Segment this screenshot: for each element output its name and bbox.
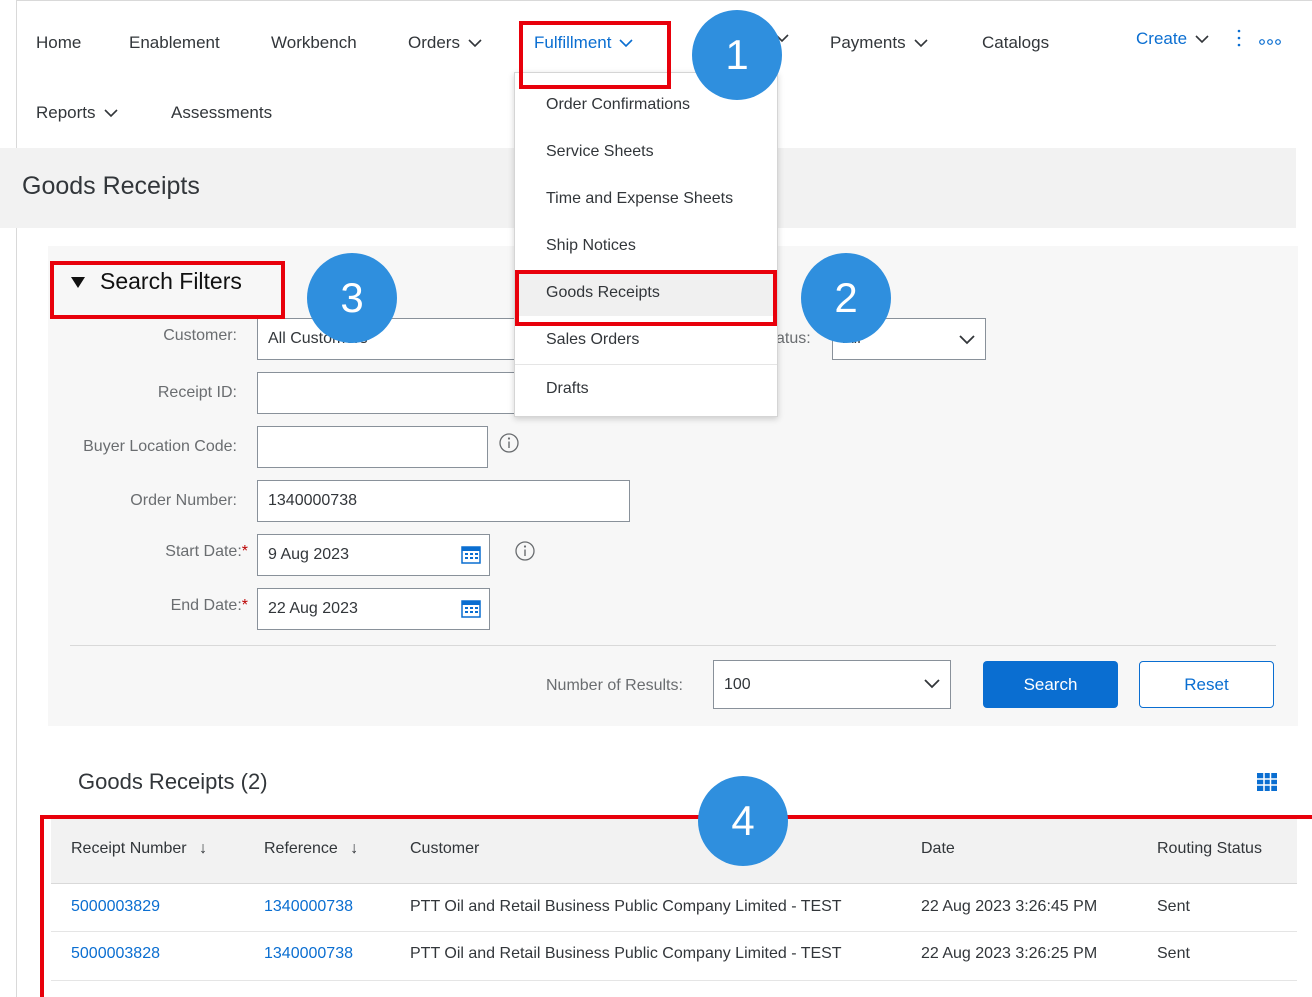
order-number-label: Order Number: [130, 492, 237, 509]
results-count-select[interactable]: 100 [713, 660, 951, 709]
chevron-down-icon [914, 39, 928, 48]
highlight-box-results-table [40, 815, 1312, 997]
nav-catalogs-label: Catalogs [982, 33, 1050, 52]
nav-enablement-label: Enablement [129, 33, 220, 52]
customer-label: Customer: [163, 327, 237, 344]
search-button[interactable]: Search [983, 661, 1118, 708]
chevron-down-icon [959, 335, 975, 345]
nav-assessments-label: Assessments [171, 103, 273, 122]
reset-button[interactable]: Reset [1139, 661, 1274, 708]
required-mark: * [241, 597, 248, 614]
callout-badge-1: 1 [692, 10, 782, 100]
nav-orders[interactable]: Orders [408, 33, 482, 53]
buyer-location-label: Buyer Location Code: [83, 438, 237, 455]
nav-create[interactable]: Create [1136, 29, 1209, 49]
menu-item-ship-notices[interactable]: Ship Notices [515, 223, 777, 269]
page-title: Goods Receipts [22, 172, 200, 200]
info-icon[interactable] [514, 540, 536, 562]
end-date-value: 22 Aug 2023 [268, 600, 358, 617]
start-date-input[interactable]: 9 Aug 2023 [257, 534, 490, 576]
callout-badge-3: 3 [307, 253, 397, 343]
chevron-down-icon [103, 109, 118, 118]
required-mark: * [241, 543, 248, 560]
highlight-box-fulfillment [519, 21, 671, 89]
receipt-id-label: Receipt ID: [157, 384, 237, 401]
highlight-box-search-filters [50, 261, 285, 319]
more-options-icon[interactable] [1258, 38, 1282, 46]
nav-enablement[interactable]: Enablement [129, 33, 220, 53]
results-count-label: Number of Results: [546, 677, 683, 694]
table-settings-icon[interactable] [1257, 773, 1277, 791]
end-date-input[interactable]: 22 Aug 2023 [257, 588, 490, 630]
callout-badge-2: 2 [801, 253, 891, 343]
nav-workbench-label: Workbench [271, 33, 357, 52]
buyer-location-input[interactable] [257, 426, 488, 468]
receipt-id-input[interactable] [257, 372, 519, 414]
status-label: atus: [776, 330, 811, 347]
menu-divider [515, 364, 777, 365]
start-date-value: 9 Aug 2023 [268, 546, 349, 563]
separator-dots [1237, 29, 1241, 47]
start-date-label-text: Start Date: [165, 543, 242, 560]
nav-catalogs[interactable]: Catalogs [982, 33, 1049, 53]
calendar-icon[interactable] [460, 597, 482, 619]
nav-payments[interactable]: Payments [830, 33, 928, 53]
filter-divider [70, 645, 1276, 646]
fulfillment-dropdown-menu: Order Confirmations Service Sheets Time … [514, 72, 778, 417]
start-date-label: Start Date:* [165, 543, 248, 561]
chevron-down-icon [924, 679, 940, 689]
chevron-down-icon [1195, 35, 1209, 44]
menu-item-time-expense-sheets[interactable]: Time and Expense Sheets [515, 176, 777, 222]
chevron-down-icon [468, 39, 482, 48]
nav-reports-label: Reports [36, 103, 96, 122]
end-date-label-text: End Date: [170, 597, 242, 614]
nav-workbench[interactable]: Workbench [271, 33, 357, 53]
end-date-label: End Date:* [171, 597, 248, 615]
order-number-input[interactable]: 1340000738 [257, 480, 630, 522]
nav-home[interactable]: Home [36, 33, 81, 53]
highlight-box-goods-receipts [515, 270, 777, 326]
info-icon[interactable] [498, 432, 520, 454]
calendar-icon[interactable] [460, 543, 482, 565]
nav-home-label: Home [36, 33, 82, 52]
callout-badge-4: 4 [698, 776, 788, 866]
menu-item-service-sheets[interactable]: Service Sheets [515, 129, 777, 175]
nav-orders-label: Orders [408, 33, 460, 52]
nav-reports[interactable]: Reports [36, 103, 118, 123]
nav-payments-label: Payments [830, 33, 906, 52]
nav-assessments[interactable]: Assessments [171, 103, 272, 123]
results-count-value: 100 [724, 675, 751, 693]
menu-item-drafts[interactable]: Drafts [515, 366, 777, 412]
results-title: Goods Receipts (2) [78, 769, 268, 794]
nav-create-label: Create [1136, 29, 1188, 48]
